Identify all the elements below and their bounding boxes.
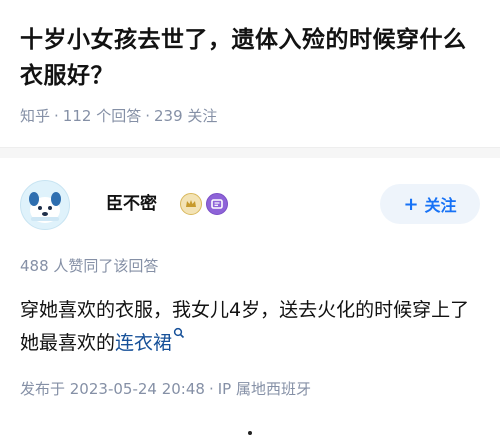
search-link[interactable]: 连衣裙 xyxy=(115,327,185,354)
answer-text: 穿她喜欢的衣服，我女儿4岁，送去火化的时候穿上了她最喜欢的 xyxy=(20,299,470,354)
posted-time: 发布于 2023-05-24 20:48 xyxy=(20,380,205,398)
meta-separator: · xyxy=(145,107,150,125)
author-row: 臣不密 + 关注 xyxy=(20,180,480,230)
question-title[interactable]: 十岁小女孩去世了，遗体入殓的时候穿什么衣服好？ xyxy=(20,22,482,94)
question-header: 十岁小女孩去世了，遗体入殓的时候穿什么衣服好？ 知乎 · 112 个回答 · 239 关… xyxy=(20,22,482,126)
question-meta: 知乎 · 112 个回答 · 239 关注 xyxy=(20,106,482,126)
voteup-count: 488 人赞同了该回答 xyxy=(20,257,159,275)
meta-separator: · xyxy=(208,380,214,398)
plus-icon: + xyxy=(403,193,419,215)
dog-avatar-icon xyxy=(29,192,61,223)
follow-button[interactable]: + 关注 xyxy=(380,184,480,224)
message-badge-icon[interactable] xyxy=(206,193,228,215)
followers-count[interactable]: 239 关注 xyxy=(154,107,217,125)
meta-separator: · xyxy=(54,107,59,125)
search-link-label: 连衣裙 xyxy=(115,332,173,354)
ip-location: IP 属地西班牙 xyxy=(217,380,311,398)
section-divider xyxy=(0,147,500,158)
site-name[interactable]: 知乎 xyxy=(20,107,50,125)
answer-content: 穿她喜欢的衣服，我女儿4岁，送去火化的时候穿上了她最喜欢的连衣裙 xyxy=(20,294,482,360)
author-name[interactable]: 臣不密 xyxy=(106,192,157,216)
page-indicator-dot xyxy=(248,431,252,435)
crown-badge-icon[interactable] xyxy=(180,193,202,215)
avatar[interactable] xyxy=(20,180,70,230)
follow-button-label: 关注 xyxy=(424,196,457,215)
search-icon xyxy=(173,327,185,339)
answers-count[interactable]: 112 个回答 xyxy=(63,107,141,125)
post-meta: 发布于 2023-05-24 20:48 · IP 属地西班牙 xyxy=(20,379,311,399)
